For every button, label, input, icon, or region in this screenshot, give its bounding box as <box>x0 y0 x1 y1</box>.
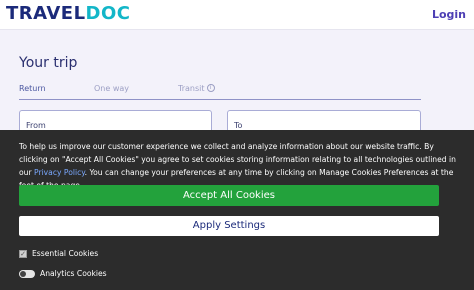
essential-cookies-option: ✓ Essential Cookies <box>19 248 98 260</box>
traveldoc-logo[interactable]: TRAVELDOC <box>6 3 131 24</box>
analytics-cookies-toggle[interactable] <box>19 270 35 278</box>
to-field-label: To <box>234 121 243 130</box>
tab-transit[interactable]: Transit i <box>178 84 215 93</box>
logo-text-doc: DOC <box>85 3 131 24</box>
essential-cookies-checkbox[interactable]: ✓ <box>19 250 27 258</box>
login-link[interactable]: Login <box>432 8 466 21</box>
site-header: TRAVELDOC Login <box>0 0 474 30</box>
info-icon[interactable]: i <box>206 84 215 92</box>
essential-cookies-label: Essential Cookies <box>32 249 99 258</box>
analytics-cookies-label: Analytics Cookies <box>40 269 107 278</box>
toggle-knob <box>20 271 26 277</box>
from-field-label: From <box>26 121 46 130</box>
cookie-consent-banner: To help us improve our customer experien… <box>0 130 474 290</box>
apply-settings-button[interactable]: Apply Settings <box>19 216 439 236</box>
tab-return[interactable]: Return <box>19 84 46 93</box>
privacy-policy-link[interactable]: Privacy Policy <box>34 168 85 177</box>
trip-type-tabs: Return One way Transit i <box>19 82 421 100</box>
page-title: Your trip <box>19 55 78 71</box>
tab-one-way[interactable]: One way <box>94 84 129 93</box>
tab-transit-label: Transit <box>178 84 205 93</box>
logo-text-travel: TRAVEL <box>6 3 86 24</box>
analytics-cookies-option: Analytics Cookies <box>19 268 107 280</box>
accept-all-cookies-button[interactable]: Accept All Cookies <box>19 185 439 206</box>
